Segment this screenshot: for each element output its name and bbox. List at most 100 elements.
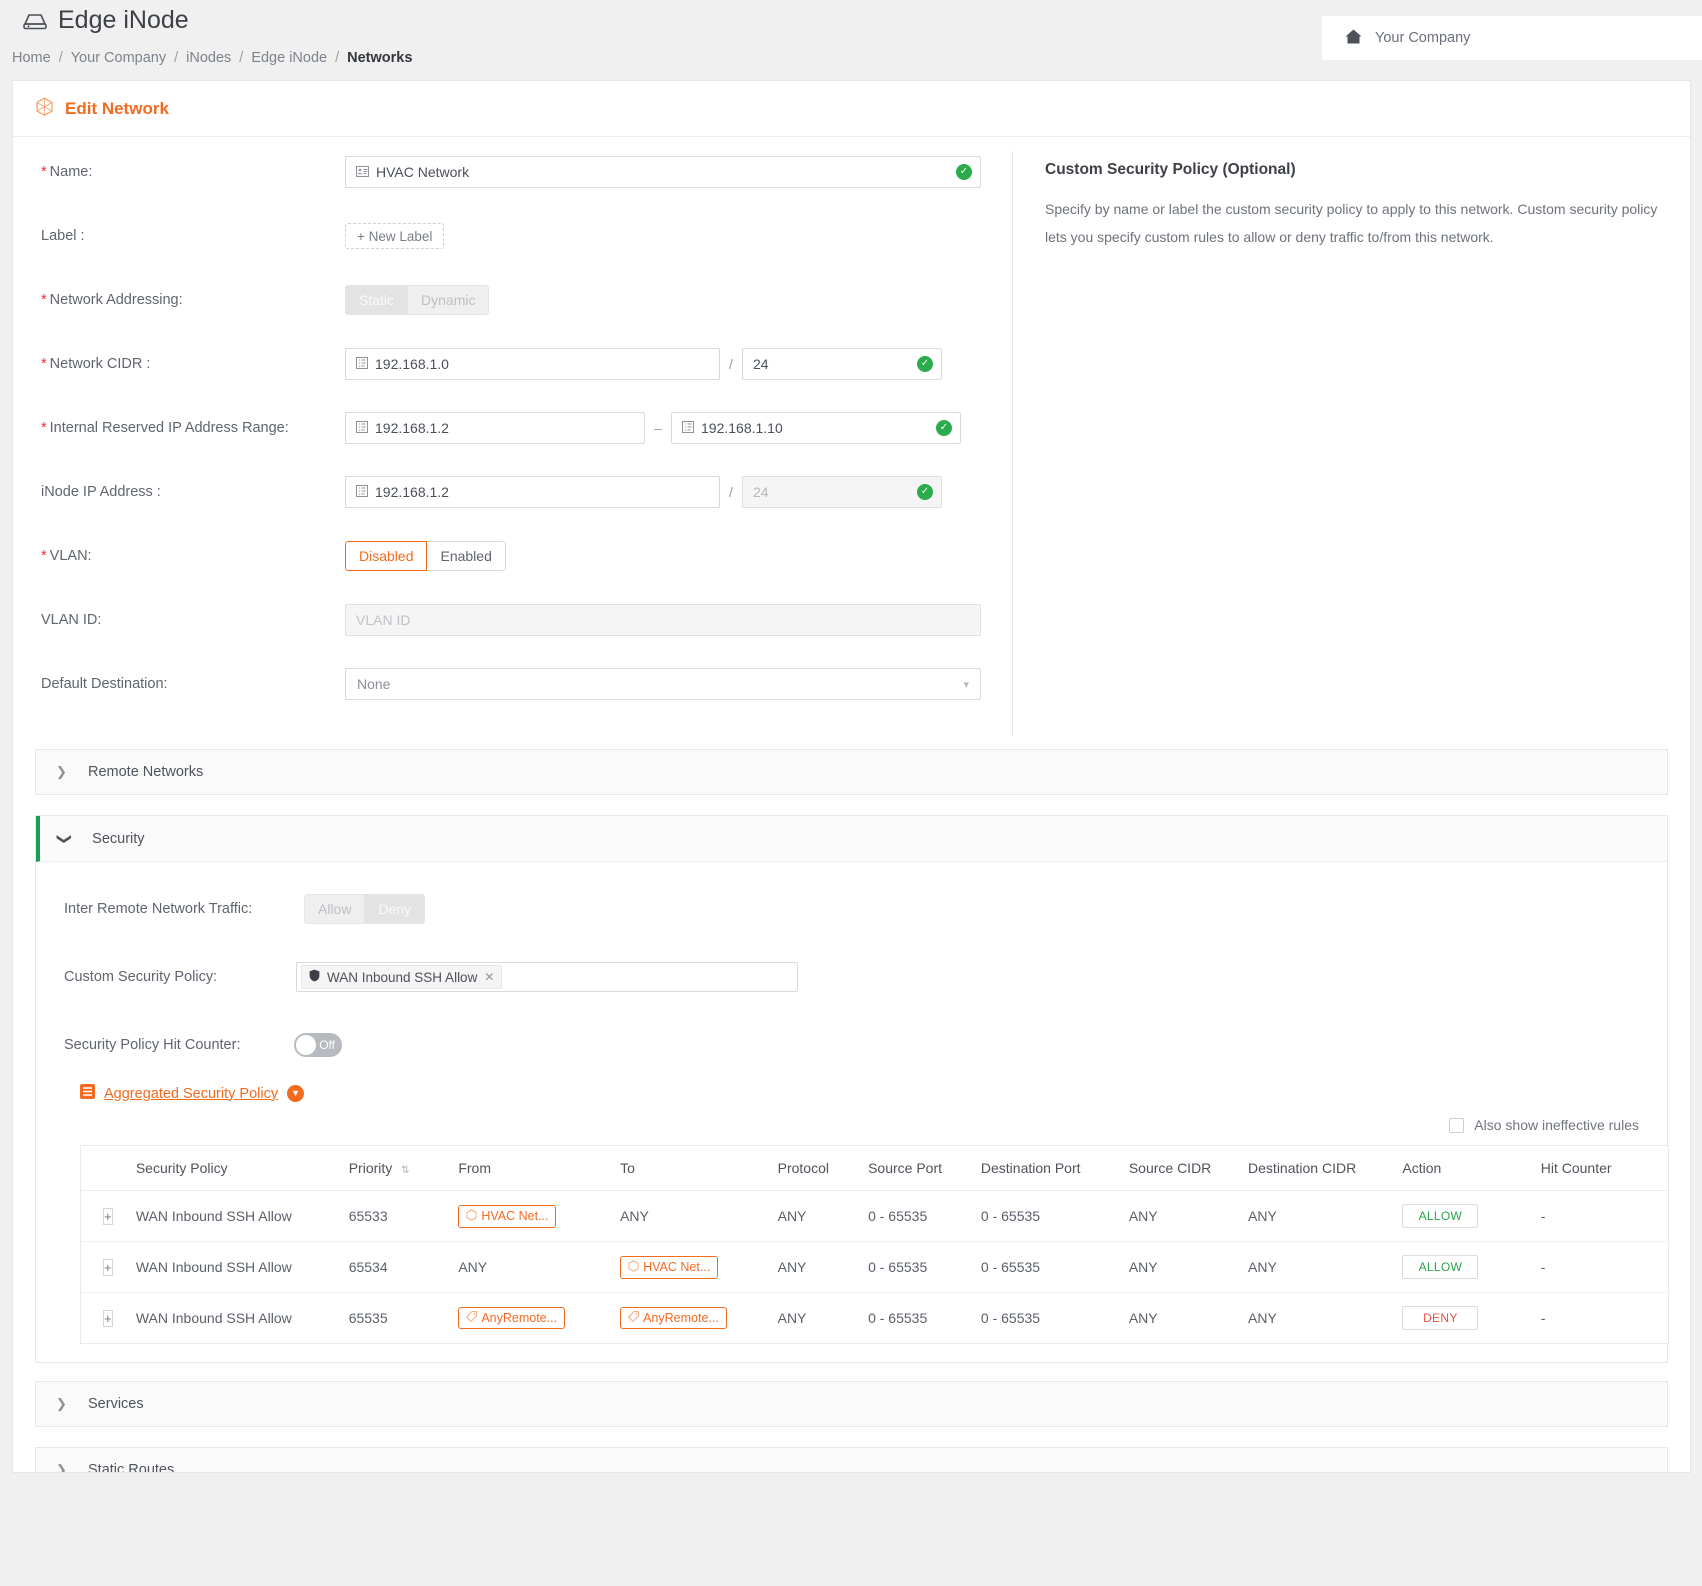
plus-icon[interactable]: + — [103, 1258, 113, 1276]
section-security: ❯ Security Inter Remote Network Traffic:… — [35, 815, 1669, 1363]
vlan-option-enabled[interactable]: Enabled — [426, 541, 506, 571]
toggle-knob — [296, 1035, 316, 1055]
valid-check-icon: ✓ — [956, 164, 972, 180]
section-remote-networks[interactable]: ❯ Remote Networks — [35, 749, 1668, 795]
table-header: Security Policy Priority ⇅ From To Proto… — [80, 1145, 1669, 1191]
network-cidr-address-input[interactable]: 192.168.1.0 — [345, 348, 720, 380]
vlan-option-disabled[interactable]: Disabled — [345, 541, 428, 571]
status-badge: ALLOW — [1402, 1204, 1479, 1228]
inode-device-icon — [22, 11, 48, 31]
app-title: Edge iNode — [22, 6, 189, 35]
sort-icon[interactable]: ⇅ — [401, 1165, 409, 1176]
inter-remote-traffic-toggle[interactable]: Allow Deny — [304, 894, 426, 924]
network-addressing-option-dynamic[interactable]: Dynamic — [407, 285, 490, 315]
row-source-cidr: ANY — [1128, 1241, 1249, 1293]
vlan-toggle[interactable]: Disabled Enabled — [345, 541, 506, 571]
company-name: Your Company — [1375, 30, 1471, 46]
breadcrumb-item-your-company[interactable]: Your Company — [71, 50, 166, 66]
add-new-label-button[interactable]: + New Label — [345, 223, 445, 249]
row-source-port: 0 - 65535 — [868, 1190, 981, 1242]
col-destination-port: Destination Port — [980, 1145, 1129, 1191]
row-source-cidr: ANY — [1128, 1190, 1249, 1242]
col-source-cidr: Source CIDR — [1128, 1145, 1249, 1191]
breadcrumb-item-inodes[interactable]: iNodes — [186, 50, 231, 66]
row-from: AnyRemote... — [458, 1293, 620, 1344]
network-cidr-address-value: 192.168.1.0 — [375, 356, 449, 372]
hit-counter-state: Off — [319, 1038, 335, 1052]
reserved-range-to-input[interactable]: 192.168.1.10 ✓ — [671, 412, 961, 444]
breadcrumb-item-edge-inode[interactable]: Edge iNode — [251, 50, 327, 66]
row-protocol: ANY — [777, 1310, 807, 1326]
breadcrumb-item-networks: Networks — [347, 50, 413, 66]
plus-icon[interactable]: + — [103, 1207, 113, 1225]
breadcrumb-item-home[interactable]: Home — [12, 50, 51, 66]
required-marker: * — [41, 164, 47, 180]
row-hit-counter: - — [1540, 1190, 1669, 1242]
name-input[interactable]: HVAC Network ✓ — [345, 156, 981, 188]
inode-ip-address-input[interactable]: 192.168.1.2 — [345, 476, 720, 508]
col-priority-label: Priority — [348, 1160, 393, 1176]
network-tag[interactable]: HVAC Net... — [620, 1255, 719, 1279]
section-security-header[interactable]: ❯ Security — [36, 816, 1667, 862]
plus-icon[interactable]: + — [103, 1309, 113, 1327]
row-destination-port: 0 - 65535 — [980, 1190, 1129, 1242]
network-addressing-toggle[interactable]: Static Dynamic — [345, 285, 490, 315]
col-protocol: Protocol — [777, 1145, 869, 1191]
required-marker: * — [41, 292, 47, 308]
custom-security-policy-label: Custom Security Policy: — [64, 969, 218, 985]
label-tag[interactable]: AnyRemote... — [458, 1307, 566, 1329]
default-destination-select[interactable]: None ▾ — [345, 668, 981, 700]
reserved-range-from-input[interactable]: 192.168.1.2 — [345, 412, 645, 444]
col-action: Action — [1402, 1145, 1541, 1191]
aggregated-security-policy-link[interactable]: Aggregated Security Policy ▼ — [80, 1084, 1667, 1103]
aggregated-security-policy-table: Security Policy Priority ⇅ From To Proto… — [80, 1145, 1669, 1344]
col-to: To — [620, 1145, 778, 1191]
ineffective-rules-checkbox-row[interactable]: Also show ineffective rules — [36, 1117, 1639, 1133]
row-destination-cidr: ANY — [1248, 1190, 1403, 1242]
col-hit-counter: Hit Counter — [1540, 1145, 1669, 1191]
row-destination-port: 0 - 65535 — [980, 1310, 1041, 1326]
label-tag[interactable]: AnyRemote... — [620, 1307, 727, 1329]
valid-check-icon: ✓ — [936, 420, 952, 436]
label-tag-icon — [628, 1311, 639, 1325]
breadcrumb: Home / Your Company / iNodes / Edge iNod… — [12, 50, 412, 66]
inter-remote-option-deny[interactable]: Deny — [364, 894, 426, 924]
reserved-range-to-value: 192.168.1.10 — [701, 420, 783, 436]
network-addressing-label: * Network Addressing: — [13, 292, 345, 308]
status-badge: DENY — [1402, 1306, 1479, 1330]
row-destination-cidr: ANY — [1248, 1241, 1403, 1293]
chevron-down-circle-icon[interactable]: ▼ — [287, 1085, 305, 1102]
id-card-icon — [356, 164, 369, 180]
company-badge[interactable]: Your Company — [1322, 16, 1702, 60]
home-icon — [1344, 28, 1363, 49]
ineffective-rules-checkbox[interactable] — [1449, 1117, 1465, 1133]
custom-security-policy-field[interactable]: WAN Inbound SSH Allow ✕ — [296, 962, 798, 992]
network-addressing-option-static[interactable]: Static — [345, 285, 409, 315]
section-static-routes[interactable]: ❯ Static Routes — [35, 1447, 1668, 1472]
list-icon — [80, 1084, 95, 1103]
inter-remote-option-allow[interactable]: Allow — [304, 894, 366, 924]
row-destination-cidr: ANY — [1248, 1310, 1277, 1326]
network-cidr-prefix-input[interactable]: 24 ✓ — [742, 348, 942, 380]
col-priority[interactable]: Priority ⇅ — [348, 1145, 459, 1191]
row-action: ALLOW — [1402, 1241, 1541, 1293]
row-source-port: 0 - 65535 — [868, 1310, 928, 1326]
section-services[interactable]: ❯ Services — [35, 1381, 1668, 1427]
hit-counter-toggle[interactable]: Off — [294, 1033, 342, 1057]
label-tag-icon — [466, 1311, 478, 1325]
row-from: ANY — [458, 1241, 621, 1293]
table-row: + WAN Inbound SSH Allow 65535 AnyRemote.… — [81, 1293, 1669, 1344]
section-security-label: Security — [92, 830, 145, 847]
label-tag-label: AnyRemote... — [643, 1311, 719, 1325]
network-tag[interactable]: HVAC Net... — [458, 1204, 557, 1228]
table-row: + WAN Inbound SSH Allow 65533 HVAC Net..… — [80, 1190, 1669, 1242]
row-source-cidr: ANY — [1128, 1310, 1158, 1326]
row-to: AnyRemote... — [620, 1293, 778, 1344]
default-destination-label-text: Default Destination: — [41, 676, 168, 692]
row-policy: WAN Inbound SSH Allow — [135, 1310, 292, 1326]
form-row-inode-ip: iNode IP Address : 192.168.1.2 / 24 ✓ — [13, 471, 1690, 513]
inode-ip-prefix-input: 24 ✓ — [742, 476, 942, 508]
custom-security-policy-chip[interactable]: WAN Inbound SSH Allow ✕ — [301, 965, 503, 989]
close-icon[interactable]: ✕ — [484, 970, 494, 984]
top-bar: Edge iNode Home / Your Company / iNodes … — [0, 0, 1702, 78]
